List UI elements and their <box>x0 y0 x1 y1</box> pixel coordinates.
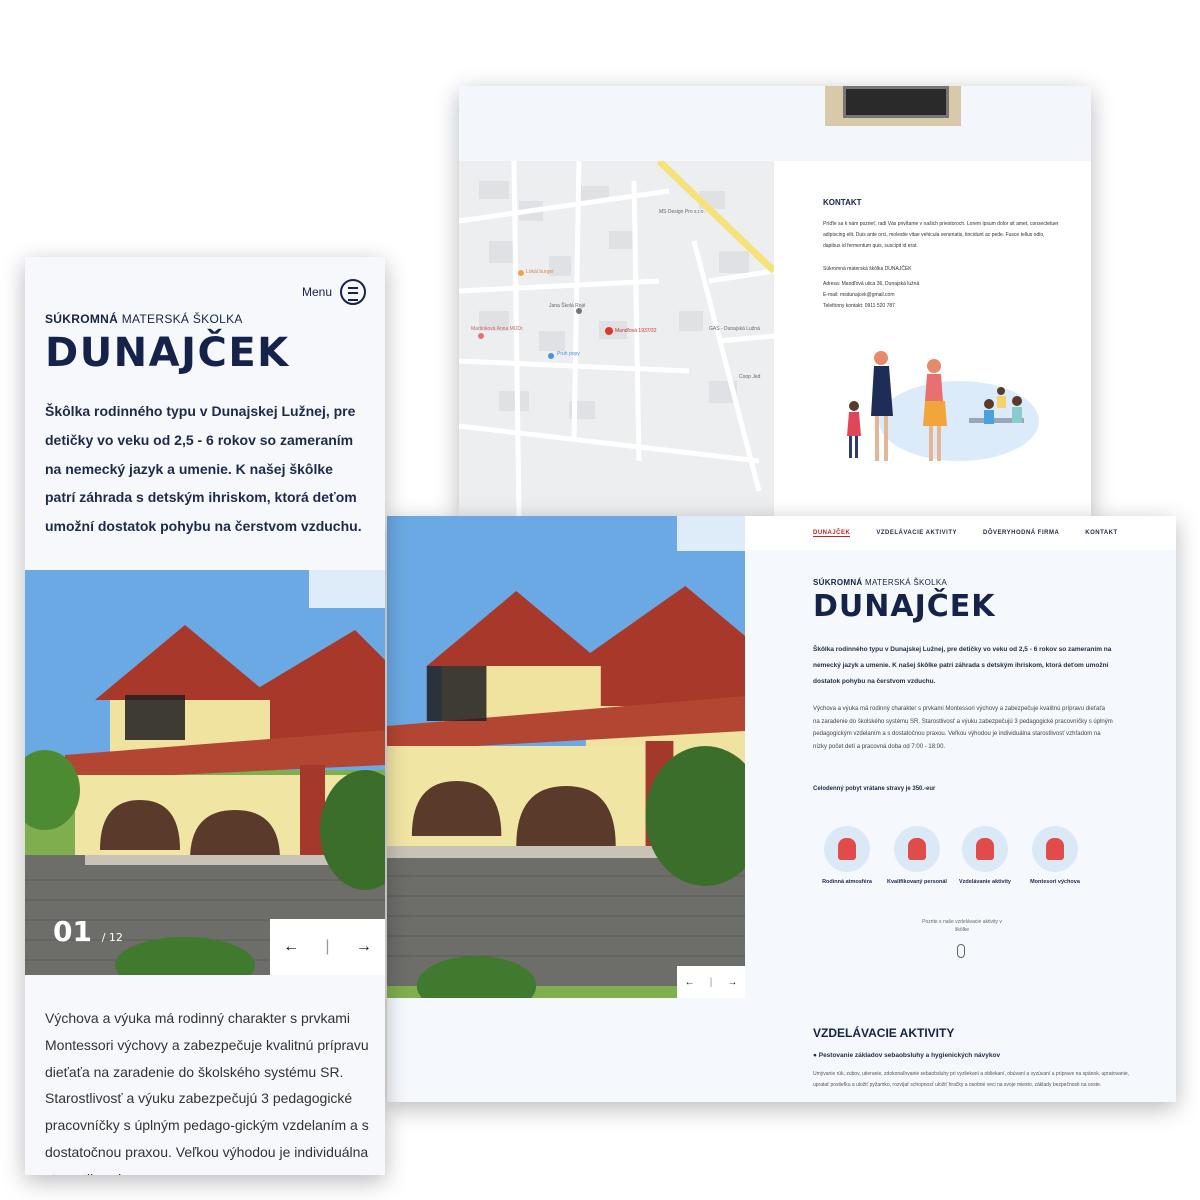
brand: SÚKROMNÁ MATERSKÁ ŠKOLKA DUNAJČEK <box>45 312 290 376</box>
menu-toggle[interactable]: Menu <box>302 279 367 305</box>
brand-subtitle-bold: SÚKROMNÁ <box>813 578 863 587</box>
contact-name: Súkromná materská škôlka DUNAJČEK <box>823 266 912 272</box>
hamburger-icon[interactable] <box>340 279 367 305</box>
feature-family: Rodinná atmosféra <box>817 826 877 886</box>
map-streets <box>459 161 774 516</box>
brand: SÚKROMNÁ MATERSKÁ ŠKOLKA DUNAJČEK <box>813 578 996 624</box>
contact-address: Adresa: Mandľová ulica 36, Dunajská lužn… <box>823 281 920 287</box>
montessori-icon <box>1032 826 1078 872</box>
logo[interactable]: DUNAJČEK <box>813 589 996 624</box>
logo[interactable]: DUNAJČEK <box>45 330 290 376</box>
feature-montessori: Montesori výchova <box>1025 826 1085 886</box>
top-strip <box>459 86 1091 161</box>
bullet-text: Umývanie rúk, zubov, utieranie, zdokonaľ… <box>813 1071 1129 1088</box>
slider-controls: ← | → <box>270 919 385 975</box>
feature-label: Rodinná atmosféra <box>822 879 872 885</box>
map-label: GAS - Dunajská Lužná <box>709 326 760 332</box>
lead-text: Škôlka rodinného typu v Dunajskej Lužnej… <box>813 646 1112 685</box>
lead-text: Škôlka rodinného typu v Dunajskej Lužnej… <box>45 403 362 535</box>
slider-controls: ← | → <box>677 966 745 998</box>
nav-item-dunajcek[interactable]: DUNAJČEK <box>813 530 851 537</box>
contact-block: KONTAKT Príďte sa k nám pozrieť, radi Vá… <box>823 198 1063 312</box>
feature-label: Kvalifikovaný personál <box>887 879 947 885</box>
map-label: Lokál burger <box>526 269 554 275</box>
next-arrow-icon[interactable]: → <box>727 977 737 988</box>
contact-page-screenshot: Mandľová 1937/32 Lokál burger Jana Školá… <box>459 86 1091 516</box>
slide-total: / 12 <box>101 931 123 944</box>
bullet-heading-text: Pestovanie základov sebaobsluhy a hygien… <box>818 1052 1001 1059</box>
map-label: Mandľová 1937/32 <box>615 328 657 334</box>
family-illustration <box>847 351 1039 461</box>
brand-subtitle-rest: MATERSKÁ ŠKOLKA <box>862 578 948 587</box>
contact-title: KONTAKT <box>823 198 862 207</box>
brand-subtitle: SÚKROMNÁ MATERSKÁ ŠKOLKA <box>45 312 290 326</box>
brand-subtitle: SÚKROMNÁ MATERSKÁ ŠKOLKA <box>813 578 996 587</box>
next-arrow-icon[interactable]: → <box>356 938 372 956</box>
brand-subtitle-bold: SÚKROMNÁ <box>45 312 119 326</box>
house-photo <box>387 516 745 998</box>
slide-current: 01 <box>53 915 92 948</box>
divider: | <box>709 976 713 988</box>
nav-item-vzdelavacie-aktivity[interactable]: VZDELÁVACIE AKTIVITY <box>876 530 957 537</box>
body-text: Výchova a výuka má rodinný charakter s p… <box>45 1010 369 1175</box>
prev-arrow-icon[interactable]: ← <box>283 938 299 956</box>
section-title: VZDELÁVACIE AKTIVITY <box>813 1026 955 1040</box>
corner-overlay <box>309 570 385 608</box>
map-label: Coop Jed <box>739 374 761 380</box>
staff-icon <box>894 826 940 872</box>
price-text: Celodenný pobyt vrátane stravy je 350.-e… <box>813 786 936 792</box>
feature-activities: Vzdelávanie aktivity <box>955 826 1015 886</box>
slide-counter: 01 / 12 <box>53 915 123 948</box>
contact-intro: Príďte sa k nám pozrieť, radi Vás privít… <box>823 221 1059 249</box>
divider: | <box>325 938 330 955</box>
mobile-screenshot: Menu SÚKROMNÁ MATERSKÁ ŠKOLKA DUNAJČEK Š… <box>25 257 385 1175</box>
main-nav: DUNAJČEK VZDELÁVACIE AKTIVITY DÔVERYHODN… <box>813 530 1118 537</box>
map[interactable]: Mandľová 1937/32 Lokál burger Jana Školá… <box>459 161 774 516</box>
desktop-home-screenshot: DUNAJČEK VZDELÁVACIE AKTIVITY DÔVERYHODN… <box>387 516 1176 1102</box>
feature-label: Vzdelávanie aktivity <box>959 879 1011 885</box>
window-photo <box>825 86 961 126</box>
bullet-heading: ● Pestovanie základov sebaobsluhy a hygi… <box>813 1052 1001 1059</box>
mouse-scroll-icon[interactable] <box>957 944 965 958</box>
map-label: Jana Školá Rojé <box>549 303 586 309</box>
activities-icon <box>962 826 1008 872</box>
body-text: Výchova a výuka má rodinný charakter s p… <box>813 706 1113 750</box>
menu-label: Menu <box>302 285 333 299</box>
contact-email[interactable]: E-mail: msdunajcek@gmail.com <box>823 290 1063 301</box>
corner-overlay <box>677 516 745 551</box>
family-icon <box>824 826 870 872</box>
feature-staff: Kvalifikovaný personál <box>887 826 947 886</box>
nav-item-doveryhodna-firma[interactable]: DÔVERYHODNÁ FIRMA <box>983 530 1059 537</box>
brand-subtitle-rest: MATERSKÁ ŠKOLKA <box>118 312 243 326</box>
feature-label: Montesori výchova <box>1030 879 1080 885</box>
map-label: Martinková Anna MUDr. <box>471 326 524 332</box>
prev-arrow-icon[interactable]: ← <box>685 977 695 988</box>
house-drawing <box>387 516 745 998</box>
map-label: Pruh popy <box>557 351 580 357</box>
nav-item-kontakt[interactable]: KONTAKT <box>1085 530 1117 537</box>
scroll-hint: Pozrite s naše vzdelávacie aktivity v šk… <box>922 919 1002 933</box>
contact-phone[interactable]: Telefónny kontakt: 0911 520 787 <box>823 301 1063 312</box>
map-label: MS Design Pro s.r.o. <box>659 209 705 215</box>
